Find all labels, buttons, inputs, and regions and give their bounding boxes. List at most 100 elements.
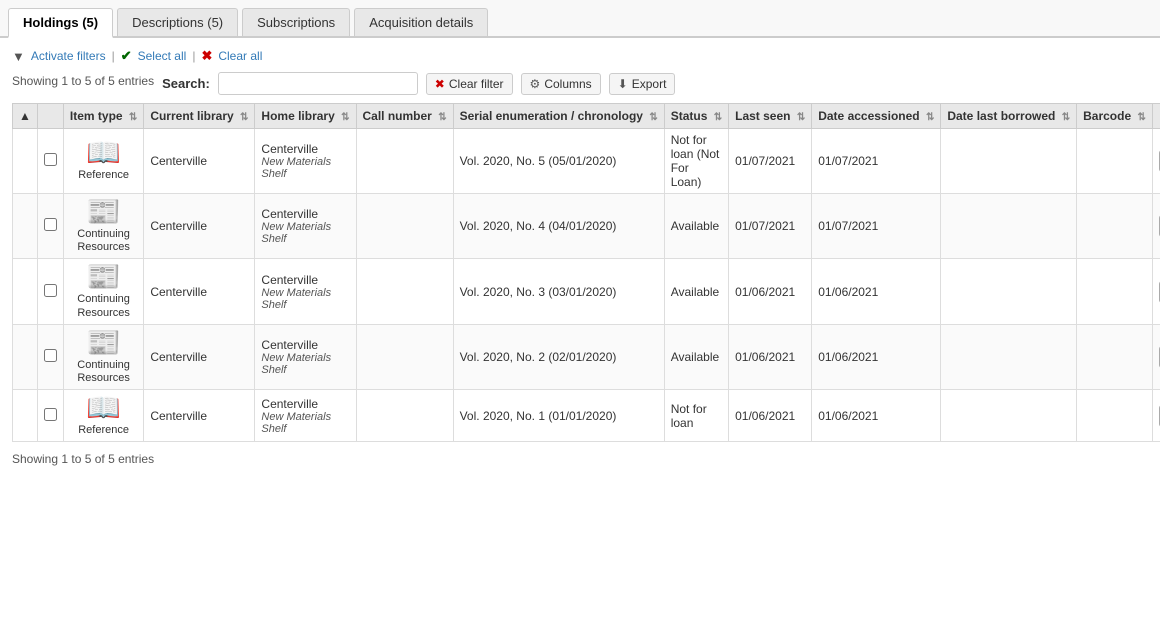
home-library-shelf: New Materials Shelf [261, 352, 349, 376]
home-library-name: Centerville [261, 397, 349, 411]
actions-cell: ✎ Edit [1152, 390, 1160, 442]
serial-enum-cell: Vol. 2020, No. 4 (04/01/2020) [453, 194, 664, 259]
row-checkbox-cell[interactable] [37, 129, 63, 194]
th-serial-enum[interactable]: Serial enumeration / chronology ⇅ [453, 104, 664, 129]
item-type-cell: 📰 Continuing Resources [63, 324, 143, 389]
actions-cell: ✎ Edit [1152, 259, 1160, 324]
table-row: 📖 Reference Centerville Centerville New … [13, 129, 1160, 194]
columns-button[interactable]: ⚙ Columns [521, 73, 601, 95]
gear-icon: ⚙ [530, 77, 541, 91]
serial-enum-cell: Vol. 2020, No. 1 (01/01/2020) [453, 390, 664, 442]
status-cell: Available [664, 259, 728, 324]
clear-filter-button[interactable]: ✖ Clear filter [426, 73, 513, 95]
filter-icon: ▼ [12, 49, 25, 64]
th-serial-enum-label: Serial enumeration / chronology [460, 109, 643, 123]
home-library-cell: Centerville New Materials Shelf [255, 194, 356, 259]
export-icon: ⬇ [618, 77, 628, 91]
main-content: ▼ Activate filters | ✔ Select all | ✖ Cl… [0, 38, 1160, 476]
item-type-label: Reference [78, 169, 129, 182]
item-type-label: Continuing Resources [70, 293, 137, 319]
th-last-seen-sort: ⇅ [797, 112, 805, 123]
row-checkbox-cell[interactable] [37, 194, 63, 259]
th-date-accessioned-sort: ⇅ [926, 112, 934, 123]
table-row: 📖 Reference Centerville Centerville New … [13, 390, 1160, 442]
tab-holdings[interactable]: Holdings (5) [8, 8, 113, 38]
item-type-label: Continuing Resources [70, 228, 137, 254]
tab-descriptions[interactable]: Descriptions (5) [117, 8, 238, 36]
sort-handle-cell [13, 194, 38, 259]
home-library-cell: Centerville New Materials Shelf [255, 324, 356, 389]
search-input[interactable] [218, 72, 418, 95]
serial-enum-cell: Vol. 2020, No. 2 (02/01/2020) [453, 324, 664, 389]
th-status-label: Status [671, 109, 708, 123]
select-all-link[interactable]: Select all [138, 49, 187, 63]
th-item-type[interactable]: Item type ⇅ [63, 104, 143, 129]
row-checkbox-cell[interactable] [37, 390, 63, 442]
th-date-accessioned[interactable]: Date accessioned ⇅ [812, 104, 941, 129]
th-status-sort: ⇅ [714, 112, 722, 123]
status-cell: Not for loan (Not For Loan) [664, 129, 728, 194]
status-cell: Not for loan [664, 390, 728, 442]
date-accessioned-cell: 01/07/2021 [812, 194, 941, 259]
tabs-container: Holdings (5) Descriptions (5) Subscripti… [0, 0, 1160, 38]
table-row: 📰 Continuing Resources Centerville Cente… [13, 324, 1160, 389]
clear-filter-label: Clear filter [449, 77, 504, 91]
holdings-table: ▲ Item type ⇅ Current library ⇅ Home lib… [12, 103, 1160, 442]
serial-enum-cell: Vol. 2020, No. 5 (05/01/2020) [453, 129, 664, 194]
sort-handle-cell [13, 129, 38, 194]
item-type-icon: 📰 [86, 198, 121, 226]
clear-all-link[interactable]: Clear all [218, 49, 262, 63]
item-type-icon: 📖 [86, 394, 121, 422]
th-barcode[interactable]: Barcode ⇅ [1077, 104, 1153, 129]
current-library-cell: Centerville [144, 390, 255, 442]
item-type-icon: 📰 [86, 329, 121, 357]
row-checkbox-cell[interactable] [37, 259, 63, 324]
row-checkbox[interactable] [44, 349, 57, 362]
columns-label: Columns [544, 77, 591, 91]
tab-subscriptions[interactable]: Subscriptions [242, 8, 350, 36]
export-label: Export [632, 77, 667, 91]
export-button[interactable]: ⬇ Export [609, 73, 676, 95]
item-type-cell: 📖 Reference [63, 390, 143, 442]
tab-acquisition[interactable]: Acquisition details [354, 8, 488, 36]
showing-bottom: Showing 1 to 5 of 5 entries [12, 452, 1148, 466]
row-checkbox[interactable] [44, 153, 57, 166]
th-serial-enum-sort: ⇅ [649, 112, 657, 123]
th-call-number[interactable]: Call number ⇅ [356, 104, 453, 129]
actions-cell: ✎ Edit [1152, 194, 1160, 259]
barcode-cell [1077, 259, 1153, 324]
th-sort[interactable]: ▲ [13, 104, 38, 129]
row-checkbox[interactable] [44, 284, 57, 297]
row-checkbox[interactable] [44, 408, 57, 421]
current-library-cell: Centerville [144, 194, 255, 259]
th-date-last-borrowed[interactable]: Date last borrowed ⇅ [941, 104, 1077, 129]
current-library-cell: Centerville [144, 324, 255, 389]
th-call-number-label: Call number [363, 109, 432, 123]
home-library-cell: Centerville New Materials Shelf [255, 259, 356, 324]
th-current-library[interactable]: Current library ⇅ [144, 104, 255, 129]
date-last-borrowed-cell [941, 259, 1077, 324]
date-accessioned-cell: 01/07/2021 [812, 129, 941, 194]
home-library-name: Centerville [261, 273, 349, 287]
item-type-icon: 📖 [86, 139, 121, 167]
th-checkbox [37, 104, 63, 129]
search-row: Showing 1 to 5 of 5 entries Search: ✖ Cl… [12, 72, 1148, 95]
activate-filters-link[interactable]: Activate filters [31, 49, 106, 63]
date-last-borrowed-cell [941, 129, 1077, 194]
row-checkbox[interactable] [44, 218, 57, 231]
last-seen-cell: 01/07/2021 [729, 129, 812, 194]
date-accessioned-cell: 01/06/2021 [812, 390, 941, 442]
th-item-type-label: Item type [70, 109, 123, 123]
row-checkbox-cell[interactable] [37, 324, 63, 389]
th-last-seen[interactable]: Last seen ⇅ [729, 104, 812, 129]
th-status[interactable]: Status ⇅ [664, 104, 728, 129]
clear-all-x-icon: ✖ [201, 48, 212, 64]
home-library-shelf: New Materials Shelf [261, 221, 349, 245]
th-barcode-label: Barcode [1083, 109, 1131, 123]
home-library-cell: Centerville New Materials Shelf [255, 390, 356, 442]
th-home-library[interactable]: Home library ⇅ [255, 104, 356, 129]
home-library-cell: Centerville New Materials Shelf [255, 129, 356, 194]
item-type-cell: 📰 Continuing Resources [63, 194, 143, 259]
toolbar: ▼ Activate filters | ✔ Select all | ✖ Cl… [12, 48, 1148, 64]
home-library-shelf: New Materials Shelf [261, 287, 349, 311]
